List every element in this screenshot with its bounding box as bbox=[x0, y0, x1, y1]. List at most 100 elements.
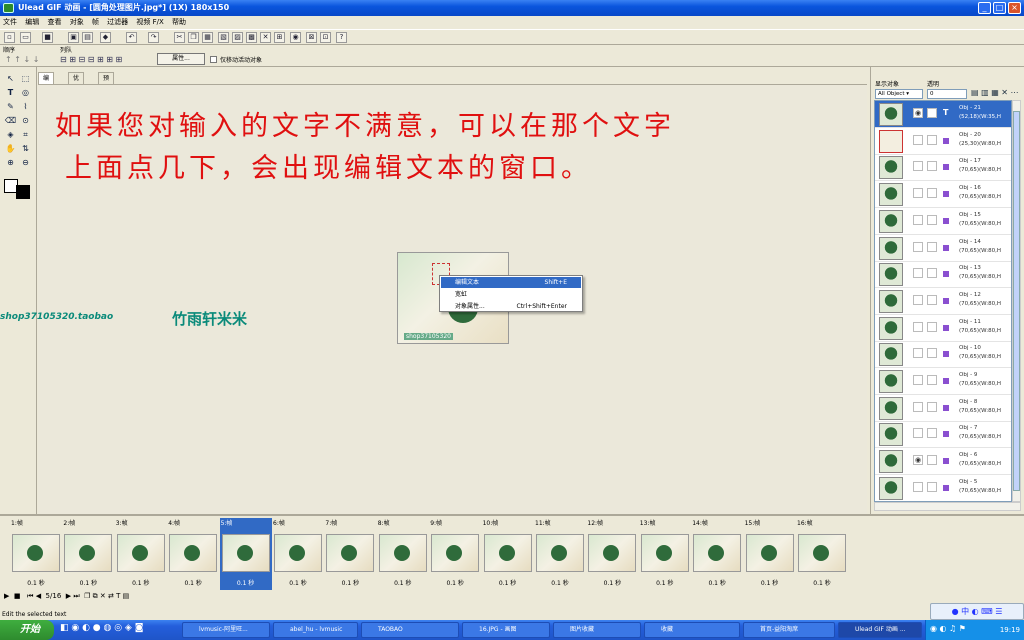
delete-frame-icon[interactable]: ✕ bbox=[100, 592, 106, 600]
split-icon[interactable]: ⊞ bbox=[274, 32, 285, 43]
menu-edit[interactable]: 编辑 bbox=[22, 16, 42, 28]
frame-thumbnail[interactable]: 14:帧 0.1 秒 bbox=[691, 518, 743, 590]
open-folder-icon[interactable]: ▭ bbox=[20, 32, 31, 43]
lock-checkbox[interactable] bbox=[927, 321, 937, 332]
next-frame-icon[interactable]: ▶ bbox=[66, 592, 71, 600]
frame-thumbnail[interactable]: 4:帧 0.1 秒 bbox=[167, 518, 219, 590]
frame-thumbnail[interactable]: 9:帧 0.1 秒 bbox=[429, 518, 481, 590]
tab-preview[interactable]: 预览 bbox=[98, 72, 115, 94]
frame-icon[interactable]: ▨ bbox=[232, 32, 243, 43]
object-row[interactable]: ◉ T Obj - 21 (52,18)(W:35,H bbox=[875, 101, 1011, 128]
delete-icon[interactable]: ✕ bbox=[260, 32, 271, 43]
crop-tool-icon[interactable]: ⌗ bbox=[19, 129, 32, 140]
dropper-tool-icon[interactable]: ⊙ bbox=[19, 115, 32, 126]
frame-thumbnail[interactable]: 3:帧 0.1 秒 bbox=[115, 518, 167, 590]
frame-properties-icon[interactable]: ▤ bbox=[123, 592, 130, 600]
menu-file[interactable]: 文件 bbox=[0, 16, 20, 28]
frame-thumbnail[interactable]: 8:帧 0.1 秒 bbox=[377, 518, 429, 590]
save-icon[interactable]: ■ bbox=[42, 32, 53, 43]
frame-thumbnail[interactable]: 11:帧 0.1 秒 bbox=[534, 518, 586, 590]
cut-icon[interactable]: ✂ bbox=[174, 32, 185, 43]
frame-delay[interactable]: 0.1 秒 bbox=[377, 578, 429, 587]
frame-delay[interactable]: 0.1 秒 bbox=[796, 578, 848, 587]
text-banner-icon[interactable]: T bbox=[116, 592, 120, 600]
object-row[interactable]: Obj - 13 (70,65)(W:80,H bbox=[875, 261, 1011, 289]
lock-checkbox[interactable] bbox=[927, 428, 937, 439]
visibility-checkbox[interactable] bbox=[913, 348, 923, 359]
task-ulead[interactable]: Ulead GIF 动画 ... bbox=[838, 622, 922, 638]
object-row[interactable]: Obj - 11 (70,65)(W:80,H bbox=[875, 315, 1011, 342]
new-file-icon[interactable]: ▫ bbox=[4, 32, 15, 43]
close-button[interactable]: × bbox=[1008, 2, 1021, 14]
object-row[interactable]: Obj - 10 (70,65)(W:80,H bbox=[875, 341, 1011, 369]
object-row[interactable]: Obj - 5 (70,65)(W:80,H bbox=[875, 475, 1011, 501]
frame-delay[interactable]: 0.1 秒 bbox=[167, 578, 219, 587]
task-pictures[interactable]: 图片收藏 bbox=[553, 622, 641, 638]
menu-view[interactable]: 查看 bbox=[44, 16, 64, 28]
object-row[interactable]: Obj - 12 (70,65)(W:80,H bbox=[875, 288, 1011, 315]
tab-optimize[interactable]: 优化 bbox=[68, 72, 85, 94]
lock-checkbox[interactable] bbox=[927, 214, 937, 225]
copy-icon[interactable]: ❐ bbox=[188, 32, 199, 43]
lock-checkbox[interactable] bbox=[927, 401, 937, 412]
marquee-tool-icon[interactable]: ⬚ bbox=[19, 73, 32, 84]
eraser-tool-icon[interactable]: ⌫ bbox=[4, 115, 17, 126]
object-row[interactable]: Obj - 9 (70,65)(W:80,H bbox=[875, 368, 1011, 395]
menu-object[interactable]: 对象 bbox=[67, 16, 87, 28]
frame-delay[interactable]: 0.1 秒 bbox=[10, 578, 62, 587]
paint-tool-icon[interactable]: ✎ bbox=[4, 101, 17, 112]
wizard-icon[interactable]: ◆ bbox=[100, 32, 111, 43]
zoom-out-icon[interactable]: ⊖ bbox=[19, 157, 32, 168]
frame-delay[interactable]: 0.1 秒 bbox=[744, 578, 796, 587]
visibility-checkbox[interactable] bbox=[913, 241, 923, 252]
display-select[interactable]: All Object ▾ bbox=[875, 89, 923, 99]
object-panel-tools-icon[interactable]: ▤ ▥ ▦ ✕ ⋯ bbox=[971, 88, 1019, 97]
visibility-checkbox[interactable] bbox=[913, 188, 923, 199]
object-row[interactable]: Obj - 16 (70,65)(W:80,H bbox=[875, 181, 1011, 209]
visibility-checkbox[interactable] bbox=[913, 375, 923, 385]
task-abel[interactable]: abel_hu - lvmusic bbox=[273, 622, 358, 638]
frame-delay[interactable]: 0.1 秒 bbox=[429, 578, 481, 587]
frame-delay[interactable]: 0.1 秒 bbox=[691, 578, 743, 587]
frame-delay[interactable]: 0.1 秒 bbox=[272, 578, 324, 587]
start-button[interactable]: 开始 bbox=[0, 620, 54, 640]
duplicate-icon[interactable]: ▧ bbox=[218, 32, 229, 43]
frame-thumbnail[interactable]: 15:帧 0.1 秒 bbox=[744, 518, 796, 590]
frame-thumbnail[interactable]: 6:帧 0.1 秒 bbox=[272, 518, 324, 590]
visibility-checkbox[interactable] bbox=[913, 268, 923, 279]
paste-icon[interactable]: ▦ bbox=[202, 32, 213, 43]
visibility-checkbox[interactable] bbox=[913, 401, 923, 412]
frame-thumbnail[interactable]: 7:帧 0.1 秒 bbox=[324, 518, 376, 590]
frame-thumbnail[interactable]: 5:帧 0.1 秒 bbox=[219, 518, 272, 590]
visibility-checkbox[interactable] bbox=[913, 321, 923, 332]
task-lvmusic[interactable]: lvmusic-阿里旺... bbox=[182, 622, 270, 638]
add-image-icon[interactable]: ▣ bbox=[68, 32, 79, 43]
move-active-checkbox[interactable] bbox=[210, 56, 217, 63]
frame-thumbnail[interactable]: 16:帧 0.1 秒 bbox=[796, 518, 848, 590]
quick-launch-icons[interactable]: ◧ ◉ ◐ ● ◍ ◎ ◈ ◙ bbox=[60, 623, 143, 633]
frame-thumbnail[interactable]: 1:帧 0.1 秒 bbox=[10, 518, 62, 590]
optimize-icon[interactable]: ⊠ bbox=[306, 32, 317, 43]
menu-edit-text[interactable]: 编辑文本 Shift+E bbox=[441, 277, 581, 288]
ime-toolbar[interactable]: ● 中 ◐ ⌨ ☰ bbox=[930, 603, 1024, 620]
tween-icon[interactable]: ⇄ bbox=[108, 592, 114, 600]
object-list-scrollbar[interactable] bbox=[1012, 100, 1021, 502]
menu-video-fx[interactable]: 视频 F/X bbox=[133, 16, 166, 28]
prev-frame-icon[interactable]: ◀ bbox=[36, 592, 41, 600]
task-favorites[interactable]: 收藏 bbox=[644, 622, 740, 638]
frame-delay[interactable]: 0.1 秒 bbox=[62, 578, 114, 587]
crop-icon[interactable]: ▩ bbox=[246, 32, 257, 43]
export-icon[interactable]: ⊡ bbox=[320, 32, 331, 43]
object-row[interactable]: Obj - 15 (70,65)(W:80,H bbox=[875, 208, 1011, 235]
help-pointer-icon[interactable]: ? bbox=[336, 32, 347, 43]
browser-preview-icon[interactable]: ◉ bbox=[290, 32, 301, 43]
add-frame-icon[interactable]: ▤ bbox=[82, 32, 93, 43]
lock-checkbox[interactable] bbox=[927, 481, 937, 492]
frame-thumbnail[interactable]: 13:帧 0.1 秒 bbox=[639, 518, 691, 590]
visibility-checkbox[interactable] bbox=[913, 161, 923, 172]
lock-checkbox[interactable] bbox=[927, 375, 937, 385]
lock-checkbox[interactable] bbox=[927, 134, 937, 145]
brush-tool-icon[interactable]: ⌇ bbox=[19, 101, 32, 112]
frame-delay[interactable]: 0.1 秒 bbox=[586, 578, 638, 587]
undo-icon[interactable]: ↶ bbox=[126, 32, 137, 43]
